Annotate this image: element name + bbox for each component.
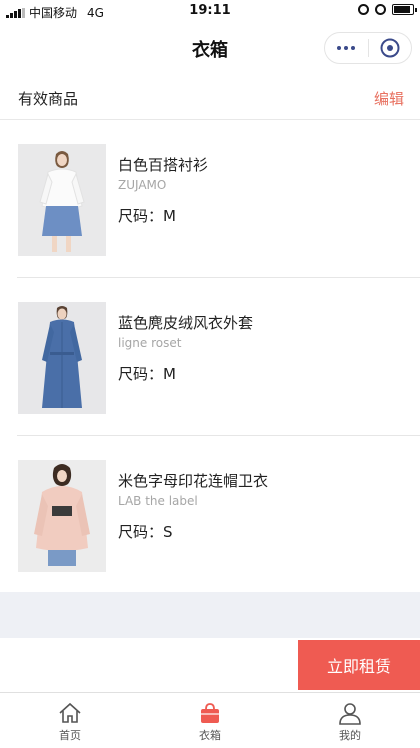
size-prefix: 尺码：	[118, 523, 164, 541]
mini-program-capsule	[324, 32, 412, 64]
tab-label: 我的	[339, 729, 361, 742]
bag-icon	[201, 703, 219, 723]
status-right	[358, 4, 417, 15]
size-prefix: 尺码：	[118, 365, 164, 383]
product-item[interactable]: 米色字母印花连帽卫衣 LAB the label 尺码：S	[0, 436, 420, 594]
section-title: 有效商品	[18, 90, 79, 108]
product-image	[18, 460, 106, 572]
product-image	[18, 144, 106, 256]
size-prefix: 尺码：	[118, 207, 164, 225]
more-button[interactable]	[325, 33, 368, 63]
user-icon	[339, 703, 361, 725]
close-button[interactable]	[369, 33, 412, 63]
rent-now-button[interactable]: 立即租赁	[298, 640, 420, 690]
rotation-lock-icon	[358, 4, 369, 15]
size-value: S	[163, 523, 173, 541]
tab-home[interactable]: 首页	[0, 693, 140, 748]
home-icon	[59, 702, 81, 723]
product-name: 白色百搭衬衫	[118, 156, 209, 174]
product-brand: ligne roset	[118, 336, 182, 350]
status-time: 19:11	[189, 3, 231, 18]
product-list: 白色百搭衬衫 ZUJAMO 尺码：M 蓝色麂皮绒风衣外套 ligne roset…	[0, 120, 420, 594]
alarm-icon	[375, 4, 386, 15]
list-footer-band	[0, 592, 420, 638]
tab-label: 首页	[59, 729, 81, 742]
tab-label: 衣箱	[199, 729, 221, 742]
beige-hoodie-photo-icon	[18, 460, 106, 572]
white-shirt-photo-icon	[18, 144, 106, 256]
product-item[interactable]: 蓝色麂皮绒风衣外套 ligne roset 尺码：M	[0, 278, 420, 436]
more-dots-icon	[337, 46, 356, 50]
battery-icon	[392, 4, 417, 15]
product-size: 尺码：S	[118, 521, 173, 542]
blue-trench-coat-photo-icon	[18, 302, 106, 414]
tab-bar: 首页 衣箱 我的	[0, 692, 420, 748]
product-brand: ZUJAMO	[118, 178, 167, 192]
close-circle-icon	[380, 38, 400, 58]
tab-profile[interactable]: 我的	[280, 693, 420, 748]
product-image	[18, 302, 106, 414]
product-size: 尺码：M	[118, 363, 176, 384]
nav-bar: 衣箱	[0, 24, 420, 72]
status-bar: 中国移动 4G 19:11	[0, 0, 420, 24]
edit-button[interactable]: 编辑	[374, 88, 404, 109]
size-value: M	[163, 207, 176, 225]
product-name: 蓝色麂皮绒风衣外套	[118, 314, 254, 332]
section-header: 有效商品 编辑	[0, 76, 420, 120]
tab-wardrobe[interactable]: 衣箱	[140, 693, 280, 748]
product-item[interactable]: 白色百搭衬衫 ZUJAMO 尺码：M	[0, 120, 420, 278]
product-size: 尺码：M	[118, 205, 176, 226]
size-value: M	[163, 365, 176, 383]
product-brand: LAB the label	[118, 494, 198, 508]
product-name: 米色字母印花连帽卫衣	[118, 472, 269, 490]
